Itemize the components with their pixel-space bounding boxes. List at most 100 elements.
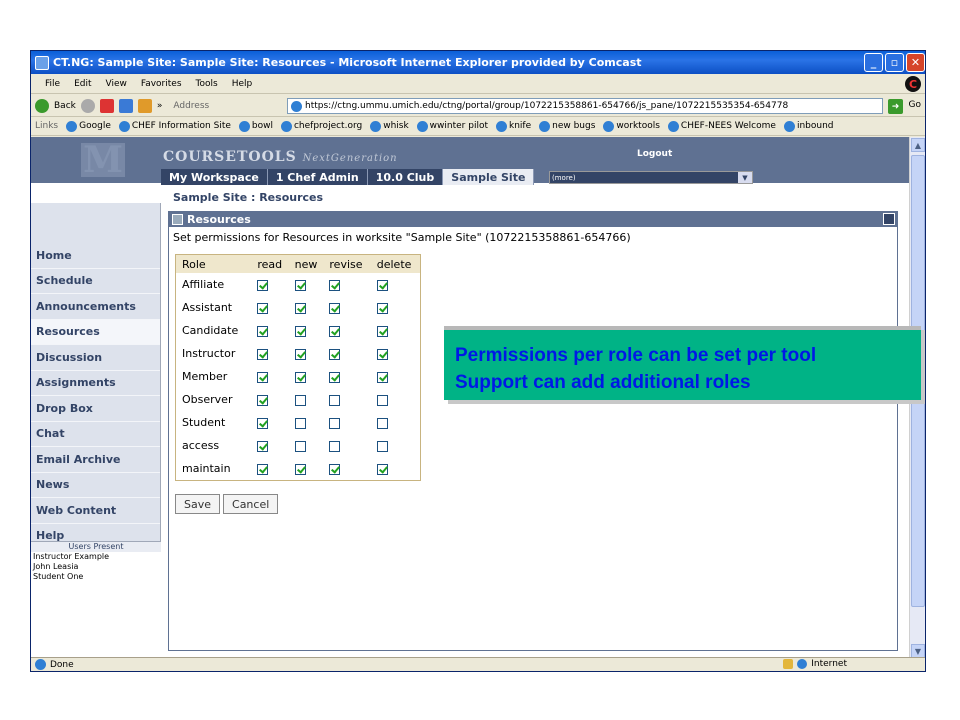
menu-tools[interactable]: Tools xyxy=(196,79,218,89)
tool-header: Resources xyxy=(169,212,897,227)
ie-window-icon xyxy=(35,55,49,70)
go-arrow-icon[interactable]: ➜ xyxy=(888,99,903,114)
nav-discussion[interactable]: Discussion xyxy=(31,345,160,371)
permission-checkbox[interactable] xyxy=(294,325,306,337)
menu-view[interactable]: View xyxy=(106,79,127,89)
permission-checkbox[interactable] xyxy=(257,325,269,337)
chevron-down-icon[interactable]: ▼ xyxy=(738,172,752,183)
nav-news[interactable]: News xyxy=(31,472,160,498)
permission-checkbox[interactable] xyxy=(257,417,269,429)
tab-my-workspace[interactable]: My Workspace xyxy=(161,169,268,185)
go-button[interactable]: Go xyxy=(909,100,921,110)
permission-checkbox[interactable] xyxy=(329,394,341,406)
nav-schedule[interactable]: Schedule xyxy=(31,268,160,294)
nav-email-archive[interactable]: Email Archive xyxy=(31,447,160,473)
permission-checkbox[interactable] xyxy=(257,394,269,406)
nav-assignments[interactable]: Assignments xyxy=(31,370,160,396)
permission-checkbox[interactable] xyxy=(329,279,341,291)
permission-checkbox[interactable] xyxy=(257,279,269,291)
permission-checkbox[interactable] xyxy=(329,417,341,429)
menu-favorites[interactable]: Favorites xyxy=(141,79,182,89)
table-row: access xyxy=(176,434,420,457)
scroll-up-icon[interactable]: ▲ xyxy=(911,138,925,152)
toolbar-chevron[interactable]: » xyxy=(157,101,163,111)
permission-checkbox[interactable] xyxy=(294,371,306,383)
link-item[interactable]: worktools xyxy=(603,120,660,132)
forward-arrow-icon[interactable] xyxy=(80,98,95,113)
link-item[interactable]: new bugs xyxy=(539,120,595,132)
permission-checkbox[interactable] xyxy=(376,348,388,360)
permission-checkbox[interactable] xyxy=(329,440,341,452)
nav-web-content[interactable]: Web Content xyxy=(31,498,160,524)
more-sites-select[interactable]: (more) ▼ xyxy=(549,171,753,184)
permission-checkbox[interactable] xyxy=(376,279,388,291)
maximize-button[interactable]: ▫ xyxy=(885,53,904,72)
save-button[interactable]: Save xyxy=(175,494,221,514)
home-icon[interactable] xyxy=(137,98,152,113)
permission-checkbox[interactable] xyxy=(376,394,388,406)
link-item[interactable]: CHEF-NEES Welcome xyxy=(667,120,776,132)
permission-checkbox[interactable] xyxy=(294,394,306,406)
permission-cell xyxy=(251,388,288,411)
permission-checkbox[interactable] xyxy=(294,417,306,429)
permission-checkbox[interactable] xyxy=(376,371,388,383)
permission-checkbox[interactable] xyxy=(329,371,341,383)
back-button[interactable]: Back xyxy=(54,101,76,111)
close-button[interactable]: ✕ xyxy=(906,53,925,72)
link-item[interactable]: CHEF Information Site xyxy=(118,120,231,132)
link-item[interactable]: Google xyxy=(66,120,111,132)
menu-file[interactable]: File xyxy=(45,79,60,89)
permission-checkbox[interactable] xyxy=(294,348,306,360)
permission-checkbox[interactable] xyxy=(376,302,388,314)
link-item[interactable]: whisk xyxy=(370,120,409,132)
nav-home[interactable]: Home xyxy=(31,243,160,269)
permission-checkbox[interactable] xyxy=(257,302,269,314)
permission-checkbox[interactable] xyxy=(257,463,269,475)
refresh-icon[interactable] xyxy=(118,98,133,113)
permission-checkbox[interactable] xyxy=(294,440,306,452)
cancel-button[interactable]: Cancel xyxy=(223,494,279,514)
address-url: https://ctng.ummu.umich.edu/ctng/portal/… xyxy=(305,101,789,111)
scroll-down-icon[interactable]: ▼ xyxy=(911,644,925,658)
nav-drop-box[interactable]: Drop Box xyxy=(31,396,160,422)
link-item[interactable]: inbound xyxy=(783,120,833,132)
permission-checkbox[interactable] xyxy=(376,440,388,452)
link-item[interactable]: wwinter pilot xyxy=(416,120,488,132)
table-row: Member xyxy=(176,365,420,388)
permission-cell xyxy=(323,296,370,319)
resources-tool: Resources Set permissions for Resources … xyxy=(168,211,898,651)
permission-checkbox[interactable] xyxy=(257,348,269,360)
tab-sample-site[interactable]: Sample Site xyxy=(443,169,535,185)
permission-checkbox[interactable] xyxy=(329,302,341,314)
left-nav: Home Schedule Announcements Resources Di… xyxy=(31,203,161,659)
logout-link[interactable]: Logout xyxy=(637,149,672,159)
nav-resources[interactable]: Resources xyxy=(31,319,160,345)
link-item[interactable]: bowl xyxy=(238,120,273,132)
permission-checkbox[interactable] xyxy=(376,463,388,475)
back-arrow-icon[interactable] xyxy=(35,98,49,113)
table-row: Assistant xyxy=(176,296,420,319)
link-item[interactable]: chefproject.org xyxy=(280,120,362,132)
permission-checkbox[interactable] xyxy=(329,463,341,475)
permission-checkbox[interactable] xyxy=(257,371,269,383)
tab-club[interactable]: 10.0 Club xyxy=(367,169,444,185)
permission-checkbox[interactable] xyxy=(376,417,388,429)
permission-checkbox[interactable] xyxy=(294,302,306,314)
nav-chat[interactable]: Chat xyxy=(31,421,160,447)
permission-checkbox[interactable] xyxy=(329,325,341,337)
minimize-button[interactable]: _ xyxy=(864,53,883,72)
permission-checkbox[interactable] xyxy=(294,279,306,291)
permission-checkbox[interactable] xyxy=(257,440,269,452)
tab-chef-admin[interactable]: 1 Chef Admin xyxy=(267,169,368,185)
link-item[interactable]: knife xyxy=(495,120,531,132)
column-header: new xyxy=(288,255,324,273)
permission-checkbox[interactable] xyxy=(329,348,341,360)
address-field[interactable]: https://ctng.ummu.umich.edu/ctng/portal/… xyxy=(287,98,883,114)
menu-edit[interactable]: Edit xyxy=(74,79,91,89)
stop-icon[interactable] xyxy=(99,98,114,113)
permission-checkbox[interactable] xyxy=(294,463,306,475)
nav-announcements[interactable]: Announcements xyxy=(31,294,160,320)
maximize-tool-icon[interactable] xyxy=(883,213,895,225)
permission-checkbox[interactable] xyxy=(376,325,388,337)
menu-help[interactable]: Help xyxy=(232,79,253,89)
